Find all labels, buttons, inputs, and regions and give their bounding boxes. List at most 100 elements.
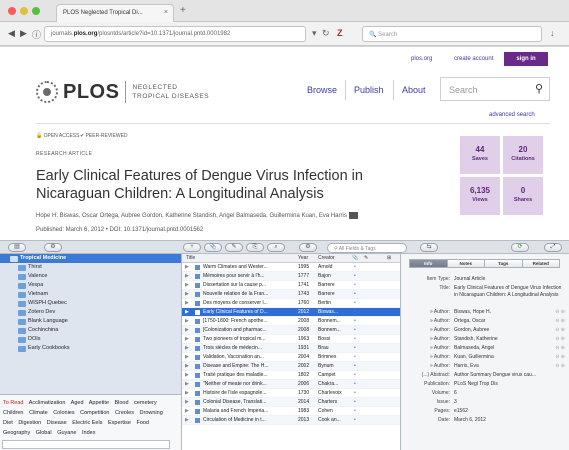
zotero-save-icon[interactable]: Z: [337, 28, 343, 38]
expand-icon[interactable]: ▶: [185, 281, 189, 290]
item-field[interactable]: » Author: Biswas, Hope H. ⊖ ⊕: [401, 309, 569, 317]
new-note-icon[interactable]: ✎: [225, 243, 243, 252]
add-remove-author-icon[interactable]: ⊖ ⊕: [555, 336, 565, 343]
table-row[interactable]: ▶ Nouvelle relation de la Fran... 1743 Barr…: [182, 290, 400, 299]
field-value[interactable]: e1562: [454, 408, 564, 415]
item-field[interactable]: » Author: Gordon, Aubree ⊖ ⊕: [401, 327, 569, 335]
tag[interactable]: Digestion: [18, 420, 41, 426]
utility-link-create-account[interactable]: create account: [454, 56, 493, 62]
expand-icon[interactable]: ▶: [185, 362, 189, 371]
field-value[interactable]: Gordon, Aubree: [454, 327, 564, 334]
metric-shares[interactable]: 0 Shares: [503, 177, 543, 215]
identity-icon[interactable]: ⓘ: [32, 28, 41, 41]
item-field[interactable]: » Author: Kuan, Guillermina ⊖ ⊕: [401, 354, 569, 362]
tag-filter-input[interactable]: [2, 440, 170, 449]
table-row[interactable]: ▶ Warm Climates and Wester... 1995 Arnold •: [182, 263, 400, 272]
field-value[interactable]: 6: [454, 390, 564, 397]
table-row[interactable]: ▶ Validation, Vaccination an... 2004 Brimne…: [182, 353, 400, 362]
attachment-dot-icon[interactable]: •: [354, 317, 362, 326]
tag[interactable]: Global: [36, 430, 52, 436]
add-remove-author-icon[interactable]: ⊖ ⊕: [555, 327, 565, 334]
tag[interactable]: Diet: [3, 420, 13, 426]
field-value[interactable]: Standish, Katherine: [454, 336, 564, 343]
attachment-dot-icon[interactable]: •: [354, 290, 362, 299]
attachment-dot-icon[interactable]: •: [354, 380, 362, 389]
table-row[interactable]: ▶ Trois siècles de médecin... 1931 Brau •: [182, 344, 400, 353]
collection-tropical-medicine[interactable]: Tropical Medicine: [0, 254, 181, 263]
field-value[interactable]: Biswas, Hope H.: [454, 309, 564, 316]
new-collection-icon[interactable]: ▤: [8, 243, 26, 252]
sync-icon[interactable]: ⟳: [511, 243, 529, 252]
collection-actions-icon[interactable]: ⚙: [44, 243, 62, 252]
table-row[interactable]: ▶ Colonial Disease, Translati... 2014 Chart…: [182, 398, 400, 407]
item-field[interactable]: » Author: Balmaseda, Angel ⊖ ⊕: [401, 345, 569, 353]
add-remove-author-icon[interactable]: ⊖ ⊕: [555, 345, 565, 352]
tag[interactable]: Guyane: [57, 430, 76, 436]
attachment-dot-icon[interactable]: •: [354, 281, 362, 290]
metric-citations[interactable]: 20 Citations: [503, 136, 543, 174]
new-tab-button[interactable]: +: [180, 5, 186, 16]
attachment-dot-icon[interactable]: •: [354, 299, 362, 308]
expand-icon[interactable]: ▶: [185, 389, 189, 398]
collection-item[interactable]: Valence: [0, 272, 181, 281]
field-value[interactable]: Kuan, Guillermina: [454, 354, 564, 361]
item-field[interactable]: Date: March 6, 2012: [401, 417, 569, 425]
expand-icon[interactable]: ▶: [185, 272, 189, 281]
collection-item[interactable]: DOIs: [0, 335, 181, 344]
attachment-dot-icon[interactable]: •: [354, 326, 362, 335]
item-field[interactable]: Title: Early Clinical Features of Dengue …: [401, 285, 569, 309]
tag[interactable]: Geography: [3, 430, 30, 436]
tag[interactable]: Aged: [71, 400, 84, 406]
table-row[interactable]: ▶ Early Clinical Features of D... 2012 Bisw…: [182, 308, 400, 317]
tag[interactable]: Disease: [47, 420, 67, 426]
tab-tags[interactable]: Tags: [484, 259, 523, 268]
collection-item[interactable]: Vespa: [0, 281, 181, 290]
tag[interactable]: cemetery: [134, 400, 157, 406]
item-field[interactable]: » Author: Ortega, Oscar ⊖ ⊕: [401, 318, 569, 326]
author-list[interactable]: Hope H. Biswas, Oscar Ortega, Aubree Gor…: [36, 213, 347, 219]
tag[interactable]: Colonies: [53, 410, 74, 416]
expand-icon[interactable]: ▶: [185, 380, 189, 389]
nav-publish[interactable]: Publish: [354, 85, 384, 95]
field-value[interactable]: Journal Article: [454, 276, 564, 283]
item-field[interactable]: Pages: e1562: [401, 408, 569, 416]
expand-icon[interactable]: ▶: [185, 263, 189, 272]
notes-column-icon[interactable]: ✎: [364, 254, 368, 262]
fullscreen-icon[interactable]: ⤢: [544, 243, 562, 252]
attachment-dot-icon[interactable]: •: [354, 263, 362, 272]
attachment-dot-icon[interactable]: •: [354, 398, 362, 407]
collection-item[interactable]: Vietnam: [0, 290, 181, 299]
tab-info[interactable]: Info: [409, 259, 448, 268]
dropdown-icon[interactable]: ▾: [312, 28, 317, 39]
nav-browse[interactable]: Browse: [307, 85, 337, 95]
table-row[interactable]: ▶ Circulation of Medicine in t... 2013 Cook…: [182, 416, 400, 425]
expand-icon[interactable]: ▶: [185, 416, 189, 425]
back-icon[interactable]: ◀: [8, 28, 15, 39]
tag[interactable]: To Read: [3, 400, 24, 406]
table-row[interactable]: ▶ Histoire de l'isle espagnole... 1730 Char…: [182, 389, 400, 398]
collection-item[interactable]: Cochinchina: [0, 326, 181, 335]
attachment-dot-icon[interactable]: •: [354, 353, 362, 362]
collection-item[interactable]: WISPH Quebec: [0, 299, 181, 308]
field-value[interactable]: Ortega, Oscar: [454, 318, 564, 325]
tag[interactable]: Expertise: [108, 420, 131, 426]
browser-tab[interactable]: PLOS Neglected Tropical Di... ×: [56, 4, 174, 22]
add-remove-author-icon[interactable]: ⊖ ⊕: [555, 318, 565, 325]
field-value[interactable]: PLoS Negl Trop Dis: [454, 381, 564, 388]
attachment-dot-icon[interactable]: •: [354, 416, 362, 425]
zotero-search-input[interactable]: ⚲ All Fields & Tags: [327, 243, 407, 253]
field-value[interactable]: 3: [454, 399, 564, 406]
table-row[interactable]: ▶ Two pioneers of tropical m... 1963 Bossi •: [182, 335, 400, 344]
metric-views[interactable]: 6,135 Views: [460, 177, 500, 215]
item-field[interactable]: » Author: Standish, Katherine ⊖ ⊕: [401, 336, 569, 344]
reload-icon[interactable]: ↻: [322, 28, 330, 39]
add-remove-author-icon[interactable]: ⊖ ⊕: [555, 363, 565, 370]
attachment-dot-icon[interactable]: •: [354, 389, 362, 398]
tag[interactable]: Climate: [29, 410, 48, 416]
tab-related[interactable]: Related: [521, 259, 560, 268]
tab-close-icon[interactable]: ×: [164, 9, 168, 16]
item-field[interactable]: Issue: 3: [401, 399, 569, 407]
column-title[interactable]: Title: [186, 254, 195, 262]
collection-item[interactable]: Early Cookbooks: [0, 344, 181, 353]
tag[interactable]: Acclimatization: [29, 400, 66, 406]
